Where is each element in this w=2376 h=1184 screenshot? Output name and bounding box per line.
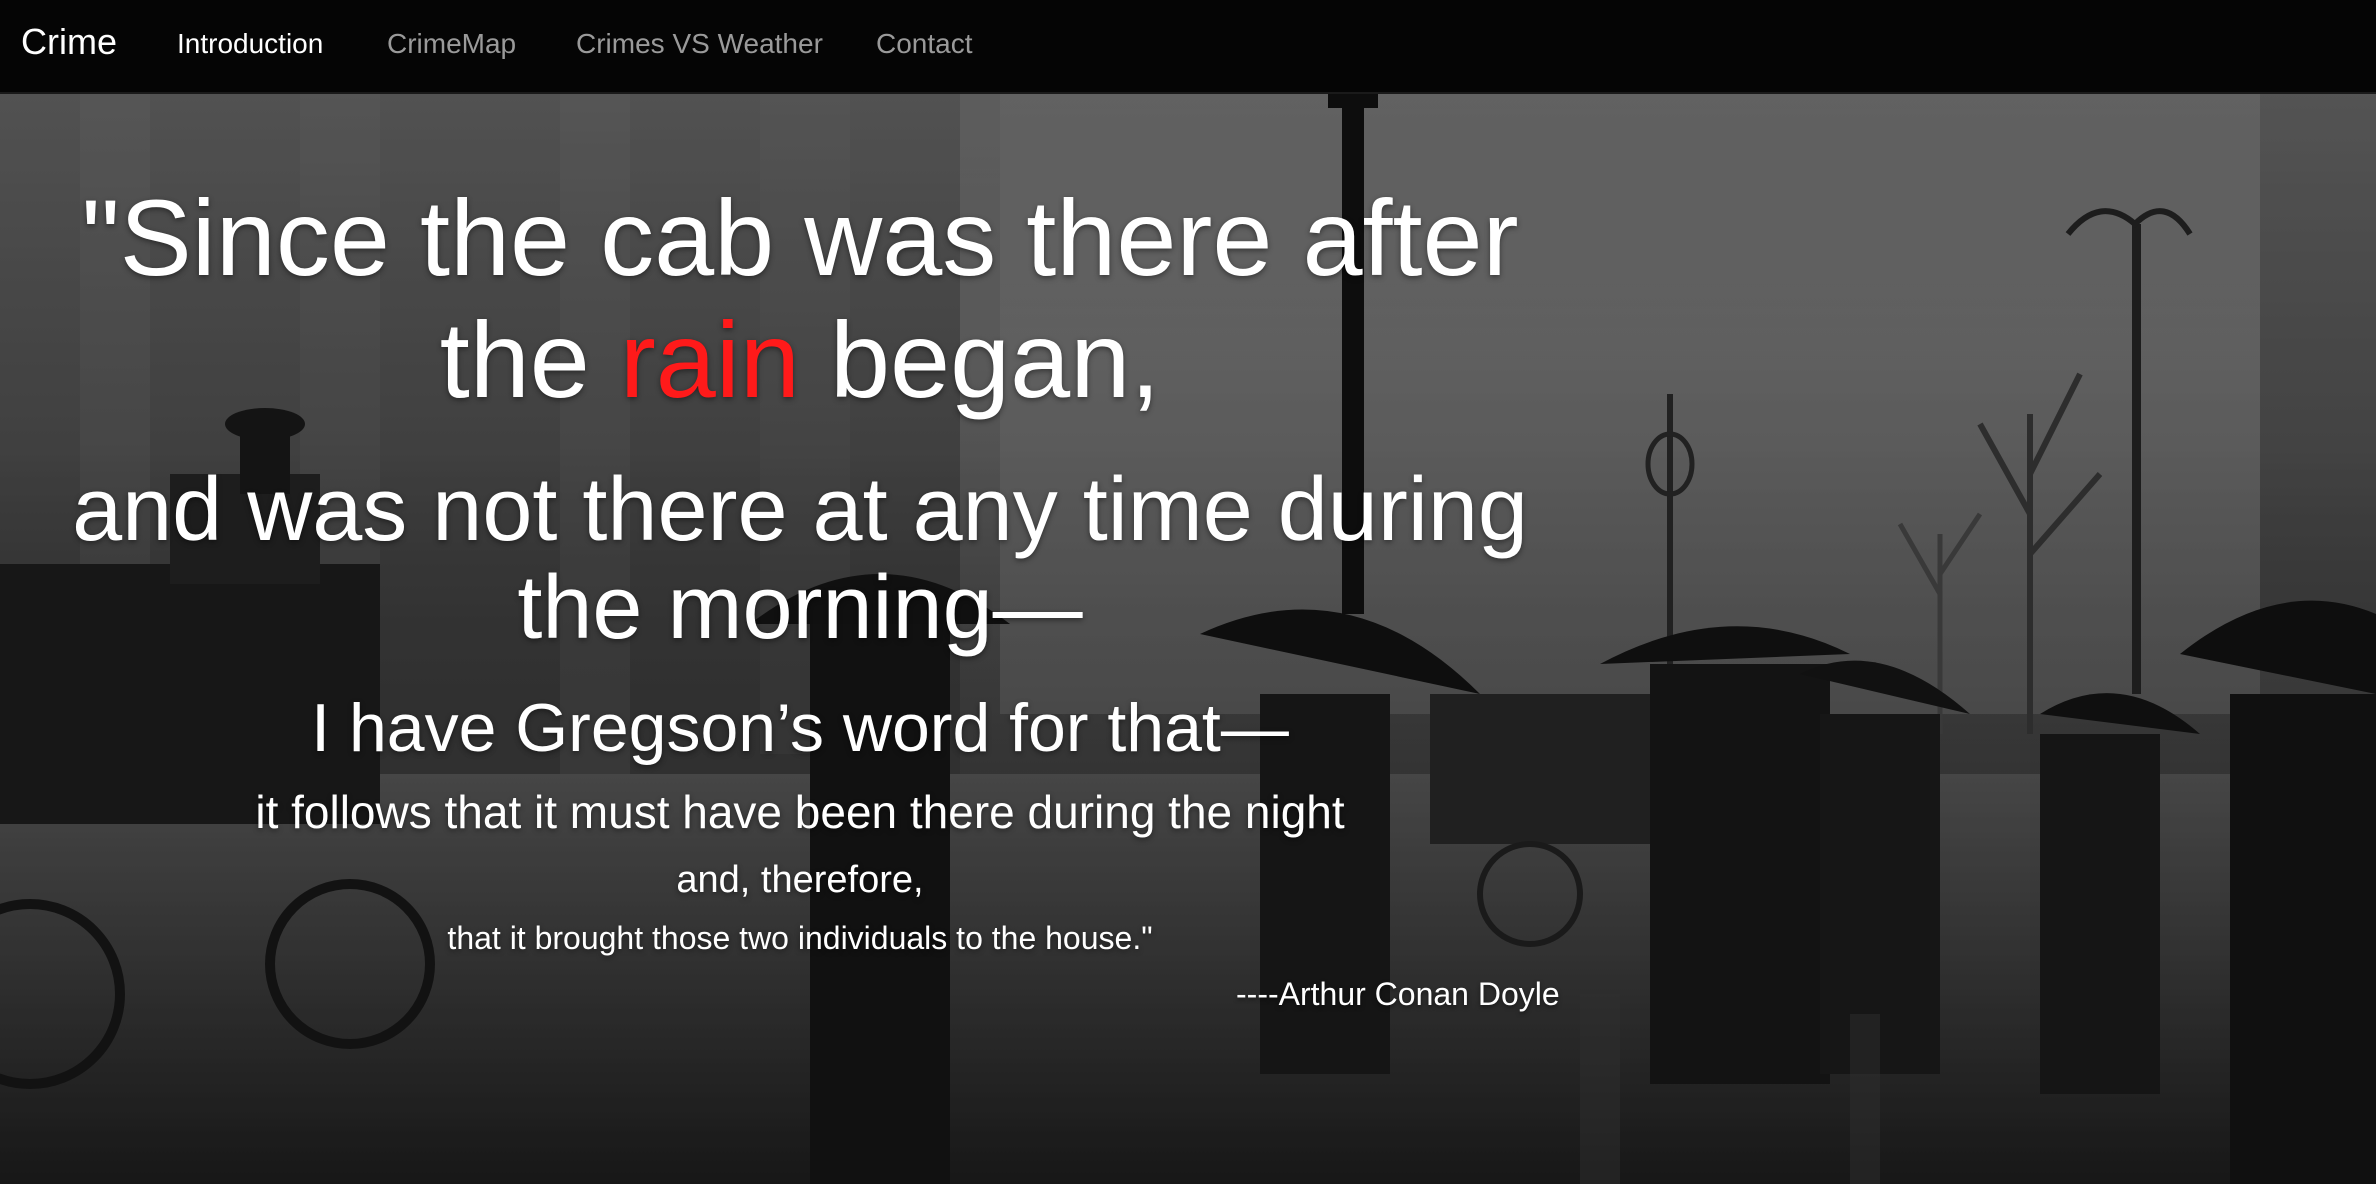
top-navbar: Crime Introduction CrimeMap Crimes VS We… — [0, 0, 2376, 94]
quote-line-7: and, therefore, — [676, 859, 924, 901]
quote-author: ----Arthur Conan Doyle — [1236, 976, 1560, 1012]
quote-line-1: "Since the cab was there after — [81, 177, 1519, 298]
hero-section: "Since the cab was there after the rain … — [0, 94, 2376, 1184]
brand-link[interactable]: Crime — [21, 20, 117, 64]
quote-line-4: the morning— — [517, 558, 1083, 658]
quote-line-2-start: the — [439, 299, 620, 420]
nav-crimemap[interactable]: CrimeMap — [387, 24, 516, 64]
quote-highlight-rain: rain — [619, 299, 800, 420]
quote-line-2: the rain began, — [30, 298, 1570, 422]
nav-introduction[interactable]: Introduction — [177, 24, 323, 64]
quote-line-3: and was not there at any time during — [72, 460, 1528, 560]
quote-line-2-end: began, — [799, 299, 1161, 420]
quote-line-8: that it brought those two individuals to… — [447, 920, 1153, 956]
nav-contact[interactable]: Contact — [876, 24, 973, 64]
quote-line-5: I have Gregson’s word for that— — [311, 690, 1289, 766]
nav-crimes-vs-weather[interactable]: Crimes VS Weather — [576, 24, 823, 64]
quote-line-6: it follows that it must have been there … — [255, 786, 1345, 838]
